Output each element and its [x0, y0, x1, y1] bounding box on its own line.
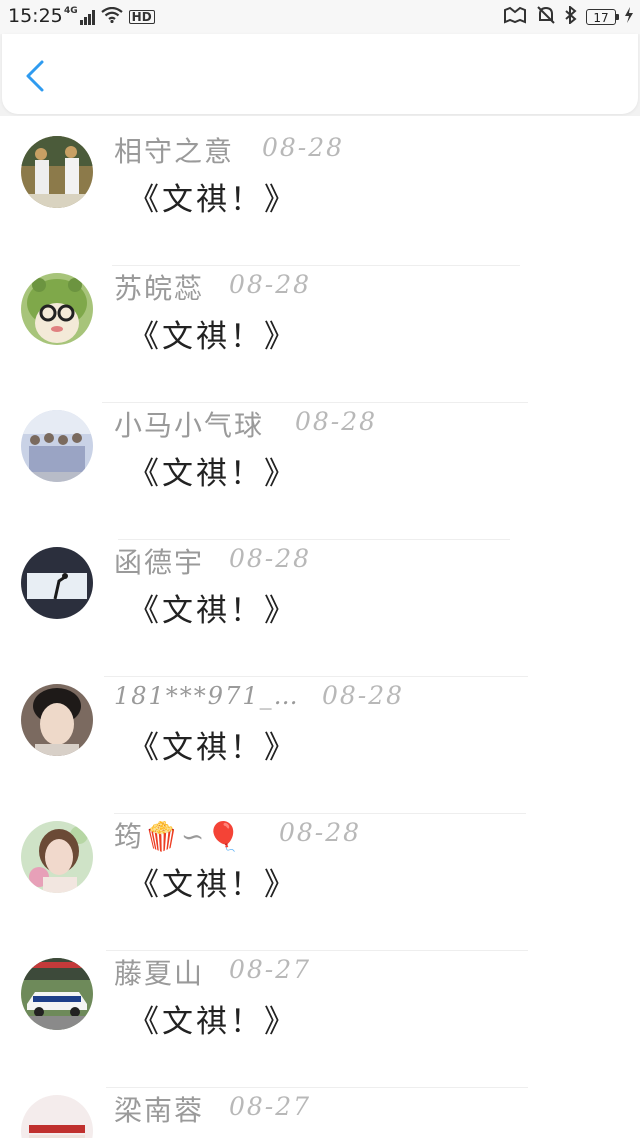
comment-date: 08-28 [295, 407, 378, 436]
avatar[interactable] [21, 821, 93, 893]
nickname: 苏皖蕊 [114, 272, 205, 305]
nickname: 函德宇 [114, 546, 205, 579]
network-type: 4G [64, 6, 78, 16]
avatar[interactable] [21, 684, 93, 756]
comment-item[interactable]: 藤夏山 08-27 《文祺！》 [0, 914, 640, 1051]
divider [106, 1087, 528, 1088]
comment-content: 《文祺！》 [128, 867, 298, 903]
comment-item[interactable]: 相守之意 08-28 《文祺！》 [0, 116, 640, 229]
nickname: 小马小气球 [114, 409, 265, 442]
comment-content: 《文祺！》 [128, 593, 298, 629]
comment-content: 《文祺！》 [128, 456, 298, 492]
avatar[interactable] [21, 273, 93, 345]
divider [106, 950, 528, 951]
comment-item[interactable]: 181***971_… 08-28 《文祺！》 [0, 640, 640, 777]
comment-date: 08-28 [229, 270, 312, 299]
divider [102, 402, 528, 403]
status-bar: 15:25 4G HD 17 [0, 0, 640, 34]
back-button[interactable] [20, 58, 52, 94]
divider [114, 813, 526, 814]
avatar[interactable] [21, 136, 93, 208]
avatar[interactable] [21, 410, 93, 482]
comment-item[interactable]: 梁南蓉 08-27 [0, 1051, 640, 1138]
comment-item[interactable]: 小马小气球 08-28 《文祺！》 [0, 366, 640, 503]
status-time: 15:25 [8, 5, 63, 27]
top-nav-bar [2, 34, 638, 114]
nickname: 181***971_… [114, 682, 300, 710]
comment-content: 《文祺！》 [128, 319, 298, 355]
divider [112, 265, 520, 266]
nfc-icon [502, 6, 528, 28]
signal-icon [79, 9, 95, 25]
status-right-icons: 17 [502, 4, 634, 28]
bell-muted-icon [536, 6, 556, 28]
comment-date: 08-28 [322, 681, 405, 710]
comment-item[interactable]: 苏皖蕊 08-28 《文祺！》 [0, 229, 640, 366]
nickname: 筠🍿∽🎈 [114, 820, 244, 853]
hd-icon: HD [128, 10, 155, 24]
comment-date: 08-28 [262, 133, 345, 162]
chevron-left-icon [26, 60, 44, 92]
comment-date: 08-28 [279, 818, 362, 847]
divider [118, 539, 510, 540]
wifi-icon [100, 6, 123, 27]
comment-item[interactable]: 函德宇 08-28 《文祺！》 [0, 503, 640, 640]
battery-icon: 17 [586, 9, 619, 25]
comment-date: 08-27 [229, 955, 312, 984]
avatar[interactable] [21, 547, 93, 619]
nickname: 梁南蓉 [114, 1094, 205, 1127]
nickname: 相守之意 [114, 135, 235, 168]
nickname: 藤夏山 [114, 957, 205, 990]
comment-date: 08-28 [229, 544, 312, 573]
avatar[interactable] [21, 958, 93, 1030]
comment-date: 08-27 [229, 1092, 312, 1121]
divider [104, 676, 528, 677]
avatar[interactable] [21, 1095, 93, 1138]
comment-item[interactable]: 筠🍿∽🎈 08-28 《文祺！》 [0, 777, 640, 914]
comment-content: 《文祺！》 [128, 1004, 298, 1040]
charging-icon [624, 7, 634, 27]
comment-list[interactable]: 相守之意 08-28 《文祺！》 苏皖蕊 08-28 《文祺！》 小马小气球 0… [0, 116, 640, 1138]
comment-content: 《文祺！》 [128, 730, 298, 766]
status-left-icons: 4G HD [64, 6, 155, 27]
comment-content: 《文祺！》 [128, 182, 298, 218]
bluetooth-icon [564, 4, 578, 28]
